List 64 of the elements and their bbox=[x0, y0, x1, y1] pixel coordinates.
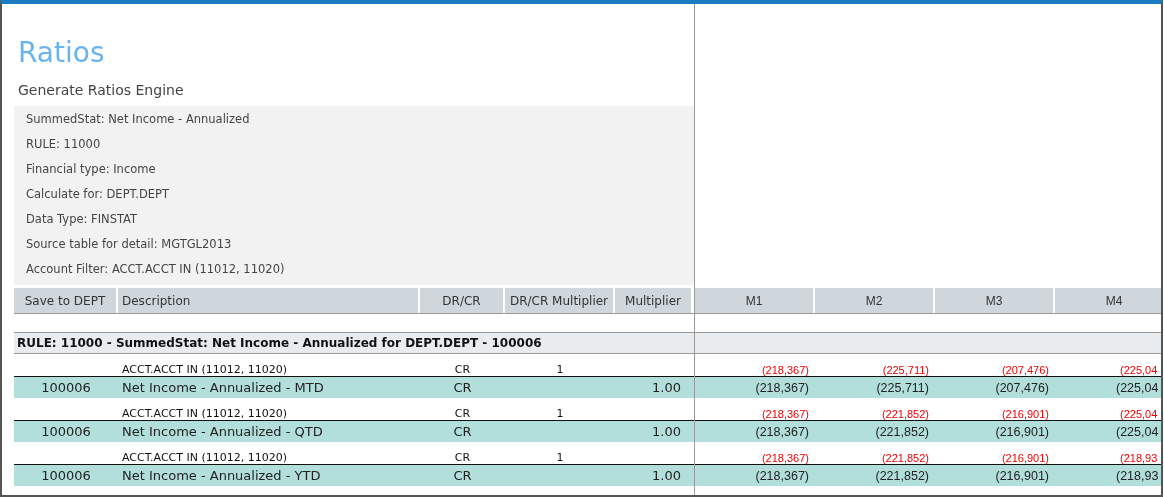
table-cell-text: (221,852) bbox=[874, 468, 930, 483]
table-cell-text: (207,476) bbox=[1000, 364, 1050, 376]
table-cell-text: CR bbox=[452, 468, 473, 483]
info-text: Account Filter: ACCT.ACCT IN (11012, 11020) bbox=[26, 262, 286, 278]
info-text: Calculate for: DEPT.DEPT bbox=[26, 187, 170, 203]
page-subtitle: Generate Ratios Engine bbox=[17, 82, 185, 100]
group-header: RULE: 11000 - SummedStat: Net Income - Annualized for DEPT.DEPT - 100006 bbox=[16, 336, 542, 350]
table-cell-text: (225,04 bbox=[1115, 380, 1160, 395]
table-cell-text: Net Income - Annualized - YTD bbox=[121, 468, 322, 483]
table-cell-text: 1.00 bbox=[651, 424, 682, 439]
info-text: Data Type: FINSTAT bbox=[26, 212, 139, 228]
table-cell-text: Net Income - Annualized - QTD bbox=[121, 424, 324, 439]
table-cell-text: (218,367) bbox=[760, 408, 810, 420]
column-header: Save to DEPT bbox=[14, 288, 116, 313]
info-text: Financial type: Income bbox=[26, 162, 157, 178]
table-cell-text: ACCT.ACCT IN (11012, 11020) bbox=[121, 363, 289, 376]
table-cell-text: (216,901) bbox=[1000, 408, 1050, 420]
table-cell-text: CR bbox=[452, 424, 473, 439]
table-cell-text: 100006 bbox=[40, 424, 92, 439]
table-cell-text: 1 bbox=[555, 363, 565, 376]
table-cell-text: (218,367) bbox=[754, 424, 810, 439]
info-text: RULE: 11000 bbox=[26, 137, 102, 153]
table-cell-text: (216,901) bbox=[994, 424, 1050, 439]
table-cell-text: (216,901) bbox=[994, 468, 1050, 483]
table-cell-text: CR bbox=[453, 407, 472, 420]
column-header: Description bbox=[118, 288, 418, 313]
table-cell-text: 1.00 bbox=[651, 380, 682, 395]
table-cell-text: (218,93 bbox=[1119, 452, 1159, 464]
column-header: M4 bbox=[1055, 288, 1161, 313]
table-cell-text: 1 bbox=[555, 451, 565, 464]
table-cell-text: (218,93 bbox=[1115, 468, 1160, 483]
column-header: M3 bbox=[935, 288, 1053, 313]
table-cell-text: (221,852) bbox=[880, 408, 930, 420]
table-cell-text: (225,04 bbox=[1115, 424, 1160, 439]
table-cell-text: (221,852) bbox=[874, 424, 930, 439]
column-header: Multiplier bbox=[615, 288, 691, 313]
table-cell-text: (221,852) bbox=[880, 452, 930, 464]
table-cell-text: (225,04 bbox=[1119, 408, 1159, 420]
table-cell-text: 1.00 bbox=[651, 468, 682, 483]
table-cell-text: ACCT.ACCT IN (11012, 11020) bbox=[121, 451, 289, 464]
table-cell-text: ACCT.ACCT IN (11012, 11020) bbox=[121, 407, 289, 420]
column-header: M2 bbox=[815, 288, 933, 313]
table-cell-text: 100006 bbox=[40, 380, 92, 395]
table-cell-text: (225,711) bbox=[881, 364, 930, 376]
column-header: M1 bbox=[695, 288, 813, 313]
table-cell-text: (225,04 bbox=[1119, 364, 1159, 376]
table-cell-text: 1 bbox=[555, 407, 565, 420]
table-cell-text: (216,901) bbox=[1000, 452, 1050, 464]
info-text: Source table for detail: MGTGL2013 bbox=[26, 237, 233, 253]
table-cell-text: CR bbox=[453, 451, 472, 464]
info-text: SummedStat: Net Income - Annualized bbox=[26, 112, 251, 128]
column-header: DR/CR bbox=[420, 288, 503, 313]
table-cell-text: 100006 bbox=[40, 468, 92, 483]
page-title: Ratios bbox=[17, 36, 106, 71]
table-cell-text: Net Income - Annualized - MTD bbox=[121, 380, 325, 395]
table-cell-text: (207,476) bbox=[994, 380, 1050, 395]
table-cell-text: CR bbox=[452, 380, 473, 395]
table-cell-text: CR bbox=[453, 363, 472, 376]
table-cell-text: (225,711) bbox=[875, 380, 930, 395]
table-cell-text: (218,367) bbox=[760, 364, 810, 376]
table-cell-text: (218,367) bbox=[754, 380, 810, 395]
column-header: DR/CR Multiplier bbox=[505, 288, 613, 313]
table-cell-text: (218,367) bbox=[754, 468, 810, 483]
table-cell-text: (218,367) bbox=[760, 452, 810, 464]
